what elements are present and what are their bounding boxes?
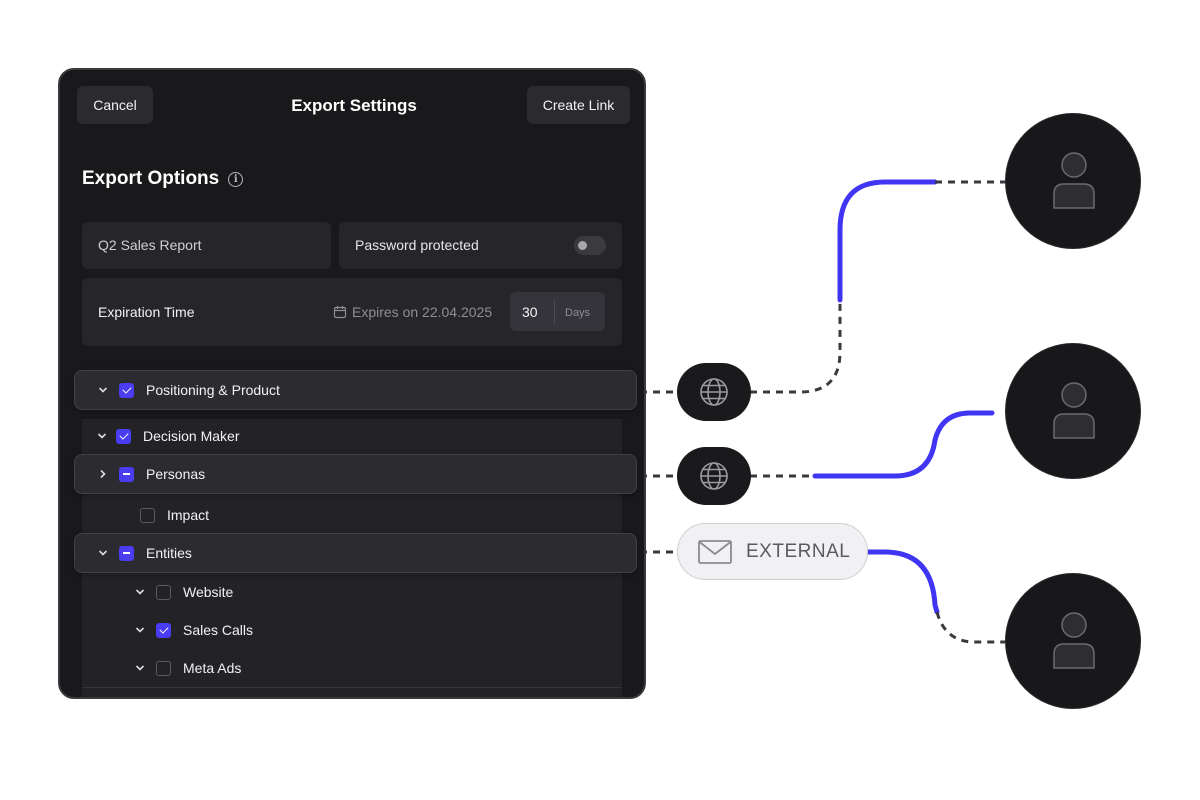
tree-item-label: Website [183, 584, 234, 600]
checkbox-sales-calls[interactable] [156, 622, 171, 638]
chevron-right-icon[interactable] [93, 469, 113, 479]
tree-item-website[interactable]: Website [130, 584, 233, 600]
external-pill[interactable]: EXTERNAL [677, 523, 868, 580]
connector-blue [865, 549, 940, 615]
globe-pill-1[interactable] [677, 363, 751, 421]
user-icon [1053, 612, 1095, 669]
tree-item-personas[interactable]: Personas [74, 454, 637, 494]
external-label: EXTERNAL [746, 540, 851, 562]
section-title-text: Export Options [82, 168, 220, 189]
user-icon [1053, 382, 1095, 439]
create-link-button[interactable]: Create Link [527, 86, 630, 124]
info-icon[interactable]: i [228, 171, 244, 187]
expiration-field: Expiration Time Expires on 22.04.2025 30… [82, 278, 622, 346]
expiration-date-text: Expires on 22.04.2025 [352, 304, 493, 320]
days-divider [554, 299, 555, 324]
tree-item-label: Personas [146, 466, 206, 482]
tree-item-label: Impact [167, 507, 210, 523]
connector-blue [812, 410, 995, 479]
globe-icon [700, 462, 728, 490]
calendar-icon [333, 306, 347, 319]
chevron-down-icon[interactable] [92, 431, 112, 441]
tree-item-label: Sales Calls [183, 622, 254, 638]
tree-item-meta-ads[interactable]: Meta Ads [130, 660, 241, 676]
password-label: Password protected [355, 237, 479, 253]
tree-item-label: Decision Maker [143, 428, 240, 444]
chevron-down-icon[interactable] [130, 663, 150, 673]
user-avatar-3[interactable] [1005, 573, 1141, 709]
days-input[interactable]: 30 Days [510, 292, 605, 331]
tree-item-label: Meta Ads [183, 660, 242, 676]
tree-divider [82, 687, 622, 688]
tree-item-entities[interactable]: Entities [74, 533, 637, 573]
checkbox-personas[interactable] [119, 466, 134, 482]
chevron-down-icon[interactable] [93, 548, 113, 558]
checkbox-positioning-product[interactable] [119, 382, 134, 398]
report-name-field[interactable]: Q2 Sales Report [82, 222, 331, 269]
days-value[interactable]: 30 [522, 304, 538, 320]
tree-item-positioning-product[interactable]: Positioning & Product [74, 370, 637, 410]
checkbox-meta-ads[interactable] [156, 660, 171, 676]
checkbox-decision-maker[interactable] [116, 428, 131, 444]
tree-item-label: Entities [146, 545, 192, 561]
password-toggle[interactable] [574, 236, 606, 255]
user-avatar-1[interactable] [1005, 113, 1141, 249]
connector-dotted [750, 300, 842, 394]
tree-item-decision-maker[interactable]: Decision Maker [92, 428, 239, 444]
chevron-down-icon[interactable] [93, 385, 113, 395]
mail-icon [698, 539, 732, 564]
expiration-date: Expires on 22.04.2025 [333, 304, 492, 320]
expiration-label: Expiration Time [98, 304, 195, 320]
chevron-down-icon[interactable] [130, 587, 150, 597]
checkbox-website[interactable] [156, 584, 171, 600]
checkbox-entities[interactable] [119, 545, 134, 561]
tree-item-impact[interactable]: Impact [114, 507, 209, 523]
password-protected-field: Password protected [339, 222, 622, 269]
days-unit: Days [565, 307, 591, 319]
globe-icon [700, 378, 728, 406]
connector-blue [837, 179, 938, 303]
user-icon [1053, 152, 1095, 209]
checkbox-impact[interactable] [140, 507, 155, 523]
user-avatar-2[interactable] [1005, 343, 1141, 479]
connector-dotted [935, 611, 1007, 644]
section-title: Export Options i [82, 168, 244, 190]
tree-item-label: Positioning & Product [146, 382, 280, 398]
globe-pill-2[interactable] [677, 447, 751, 505]
tree-item-sales-calls[interactable]: Sales Calls [130, 622, 253, 638]
chevron-down-icon[interactable] [130, 625, 150, 635]
